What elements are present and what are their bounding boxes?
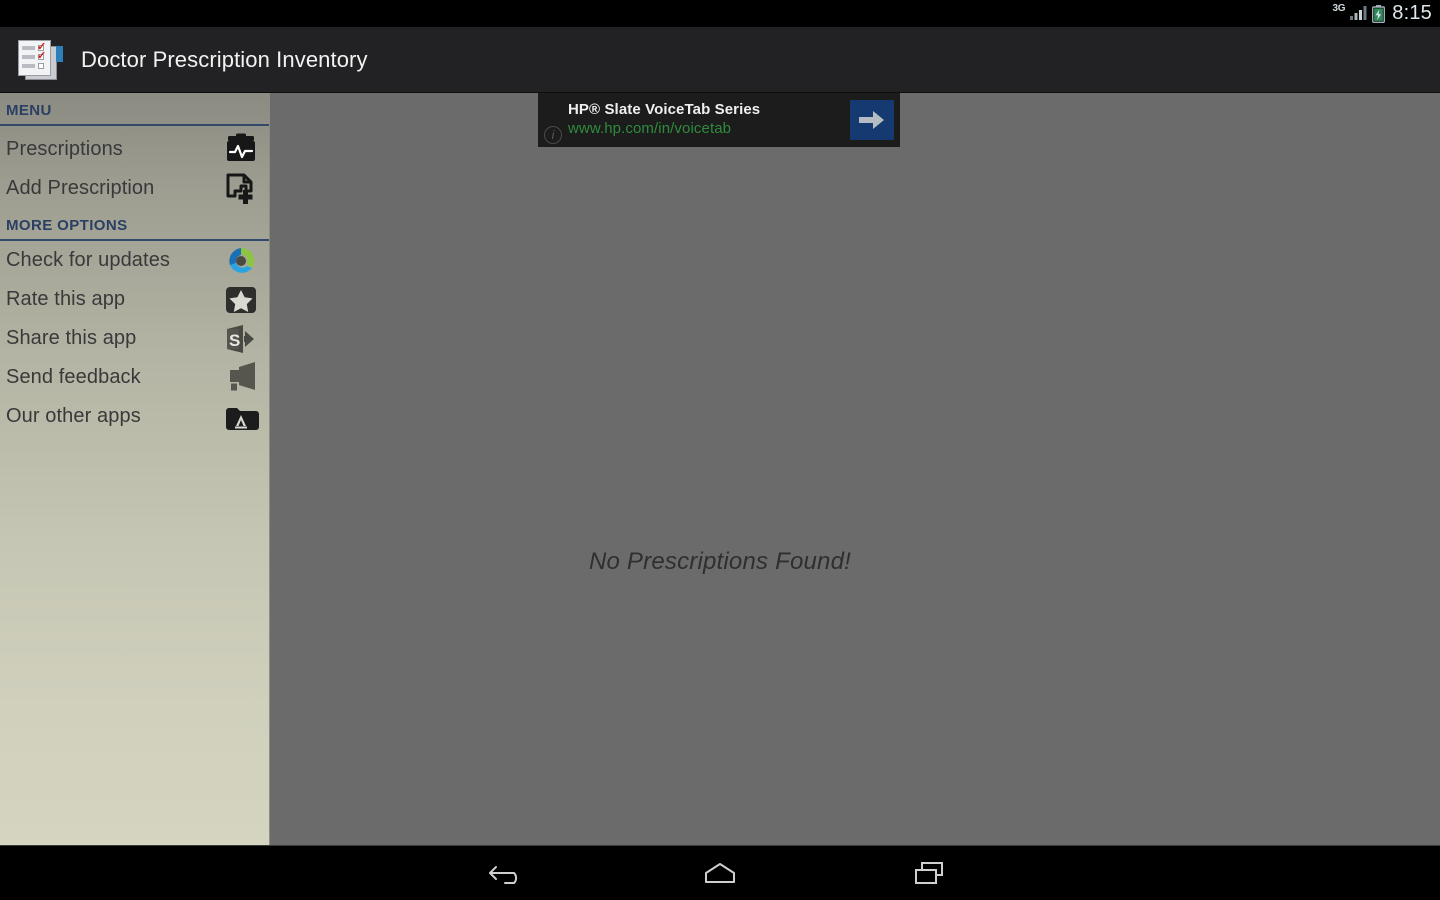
app-icon-checkbox (38, 63, 44, 69)
svg-text:S: S (229, 331, 240, 350)
sidebar-item-label: Prescriptions (6, 138, 123, 160)
sidebar-item-label: Our other apps (6, 405, 141, 427)
ad-title: HP® Slate VoiceTab Series (568, 101, 761, 118)
sidebar-item-rate-this-app[interactable]: Rate this app (0, 280, 269, 319)
battery-charging-icon (1372, 4, 1386, 23)
sidebar-item-label: Check for updates (6, 249, 171, 271)
clock-label: 8:15 (1392, 1, 1432, 24)
system-navigation-bar (0, 845, 1440, 900)
app-icon-line (22, 55, 35, 59)
app-icon-tab (56, 46, 63, 62)
clipboard-pulse-icon (223, 132, 259, 168)
back-icon[interactable] (475, 853, 545, 893)
app-icon-check: ✓ (37, 50, 47, 62)
sidebar-item-label: Send feedback (6, 366, 141, 388)
ad-banner[interactable]: HP® Slate VoiceTab Series www.hp.com/in/… (538, 93, 900, 147)
sidebar-item-send-feedback[interactable]: Send feedback (0, 358, 269, 397)
info-circle-icon[interactable]: i (544, 126, 562, 144)
status-bar: 3G 8:15 (0, 0, 1440, 27)
star-icon (223, 282, 259, 318)
document-plus-icon (223, 171, 259, 207)
app-icon-line (22, 46, 35, 50)
app-icon-line (22, 64, 35, 68)
sidebar-item-add-prescription[interactable]: Add Prescription (0, 169, 269, 208)
signal-bars-icon (1350, 6, 1367, 20)
section-header-more-options: MORE OPTIONS (0, 208, 269, 241)
sidebar-item-share-this-app[interactable]: Share this app S (0, 319, 269, 358)
network-type-label: 3G (1332, 2, 1346, 14)
sidebar-item-label: Share this app (6, 327, 137, 349)
sidebar-item-label: Rate this app (6, 288, 126, 310)
app-icon-front-sheet: ✓ ✓ (18, 40, 51, 76)
share-icon: S (223, 321, 259, 357)
navigation-drawer: MENU Prescriptions Add Prescription MORE… (0, 93, 270, 845)
app-folder-icon (223, 399, 259, 435)
refresh-circle-icon (223, 243, 259, 279)
page-title: Doctor Prescription Inventory (81, 46, 368, 72)
sidebar-item-our-other-apps[interactable]: Our other apps (0, 397, 269, 436)
action-bar: ✓ ✓ Doctor Prescription Inventory (0, 27, 1440, 93)
recents-icon[interactable] (895, 853, 965, 893)
ad-text-block: HP® Slate VoiceTab Series www.hp.com/in/… (568, 100, 760, 138)
ad-url[interactable]: www.hp.com/in/voicetab (568, 119, 760, 138)
arrow-right-icon[interactable] (850, 100, 894, 140)
sidebar-item-label: Add Prescription (6, 177, 155, 199)
clipboard-checklist-icon[interactable]: ✓ ✓ (18, 37, 63, 82)
megaphone-icon (223, 360, 259, 396)
home-icon[interactable] (685, 853, 755, 893)
device-screen: 3G 8:15 ✓ ✓ Doctor Prescription Inventor… (0, 0, 1440, 900)
section-header-menu: MENU (0, 93, 269, 126)
sidebar-item-check-for-updates[interactable]: Check for updates (0, 241, 269, 280)
sidebar-item-prescriptions[interactable]: Prescriptions (0, 130, 269, 169)
